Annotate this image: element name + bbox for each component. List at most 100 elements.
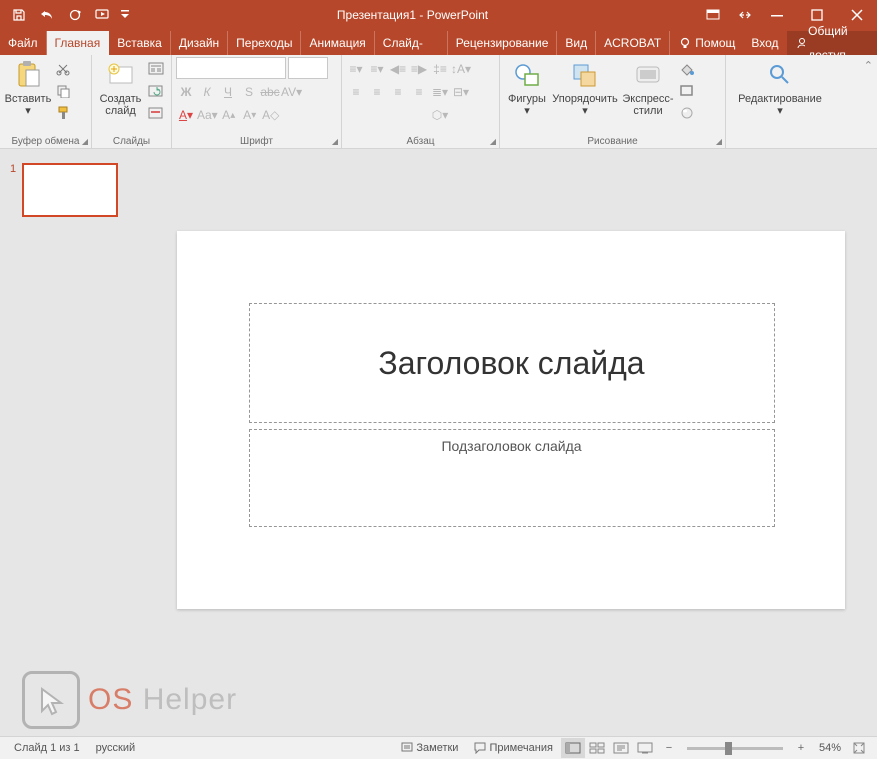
notes-button[interactable]: Заметки [393, 737, 466, 759]
find-icon [764, 59, 796, 91]
align-text-button[interactable]: ⊟▾ [451, 82, 471, 102]
quick-styles-button[interactable]: Экспресс- стили [620, 57, 676, 123]
zoom-in-button[interactable]: + [789, 738, 813, 758]
bullets-button[interactable]: ≡▾ [346, 59, 366, 79]
font-size-input[interactable] [288, 57, 328, 79]
share-button[interactable]: Общий доступ [787, 31, 877, 55]
signin-button[interactable]: Вход [743, 31, 786, 55]
slide-sorter-view-button[interactable] [585, 738, 609, 758]
new-slide-button[interactable]: Создать слайд [96, 57, 145, 123]
paragraph-dialog-launcher[interactable]: ◢ [490, 137, 496, 146]
tab-file[interactable]: Файл [0, 31, 47, 55]
cut-button[interactable] [52, 59, 74, 79]
undo-button[interactable] [34, 2, 60, 28]
quick-styles-icon [632, 59, 664, 91]
tab-slideshow[interactable]: Слайд-шоу [375, 31, 448, 55]
strikethrough-button[interactable]: abc [260, 82, 280, 102]
comments-icon [474, 742, 486, 754]
format-painter-button[interactable] [52, 103, 74, 123]
bold-button[interactable]: Ж [176, 82, 196, 102]
collapse-ribbon-button[interactable]: ⌃ [864, 59, 873, 72]
minimize-button[interactable] [757, 0, 797, 30]
ribbon-display-options-button[interactable] [693, 0, 733, 30]
redo-button[interactable] [62, 2, 88, 28]
convert-smartart-button[interactable]: ⬡▾ [430, 105, 450, 125]
increase-indent-button[interactable]: ≡▶ [409, 59, 429, 79]
comments-button[interactable]: Примечания [466, 737, 561, 759]
save-button[interactable] [6, 2, 32, 28]
tell-me-search[interactable]: Помощ [670, 31, 743, 55]
decrease-indent-button[interactable]: ◀≡ [388, 59, 408, 79]
tab-design[interactable]: Дизайн [171, 31, 228, 55]
tab-view[interactable]: Вид [557, 31, 596, 55]
ribbon-tabs: Файл Главная Вставка Дизайн Переходы Ани… [0, 30, 877, 55]
section-button[interactable] [145, 103, 167, 123]
new-slide-icon [105, 59, 137, 91]
start-from-beginning-button[interactable] [90, 2, 116, 28]
tab-review[interactable]: Рецензирование [448, 31, 558, 55]
align-center-button[interactable]: ≡ [367, 82, 387, 102]
reading-view-button[interactable] [609, 738, 633, 758]
language-button[interactable]: русский [88, 737, 143, 759]
zoom-out-button[interactable]: − [657, 738, 681, 758]
shrink-font-button[interactable]: A▾ [240, 105, 260, 125]
notes-icon [401, 742, 413, 754]
zoom-slider[interactable] [687, 747, 783, 750]
tab-transitions[interactable]: Переходы [228, 31, 301, 55]
normal-view-button[interactable] [561, 738, 585, 758]
character-spacing-button[interactable]: AV▾ [281, 82, 302, 102]
paste-button[interactable]: Вставить▾ [4, 57, 52, 123]
font-color-button[interactable]: A▾ [176, 105, 196, 125]
grow-font-button[interactable]: A▴ [219, 105, 239, 125]
status-bar: Слайд 1 из 1 русский Заметки Примечания … [0, 736, 877, 759]
thumbnail-number: 1 [10, 163, 16, 217]
tab-animations[interactable]: Анимация [301, 31, 374, 55]
tab-insert[interactable]: Вставка [109, 31, 171, 55]
lightbulb-icon [678, 36, 692, 50]
slide-canvas-area[interactable]: Заголовок слайда Подзаголовок слайда [144, 149, 877, 736]
clipboard-dialog-launcher[interactable]: ◢ [82, 137, 88, 146]
text-direction-button[interactable]: ↕A▾ [451, 59, 471, 79]
italic-button[interactable]: К [197, 82, 217, 102]
shape-fill-button[interactable] [676, 59, 698, 79]
editing-button[interactable]: Редактирование▾ [730, 57, 830, 117]
shapes-button[interactable]: Фигуры▾ [504, 57, 550, 123]
align-right-button[interactable]: ≡ [388, 82, 408, 102]
slide[interactable]: Заголовок слайда Подзаголовок слайда [177, 231, 845, 609]
change-case-button[interactable]: Aa▾ [197, 105, 218, 125]
shadow-button[interactable]: S [239, 82, 259, 102]
font-name-input[interactable] [176, 57, 286, 79]
underline-button[interactable]: Ч [218, 82, 238, 102]
columns-button[interactable]: ≣▾ [430, 82, 450, 102]
zoom-slider-thumb[interactable] [725, 742, 732, 755]
subtitle-placeholder[interactable]: Подзаголовок слайда [249, 429, 775, 527]
help-button[interactable] [733, 0, 757, 30]
title-placeholder[interactable]: Заголовок слайда [249, 303, 775, 423]
drawing-dialog-launcher[interactable]: ◢ [716, 137, 722, 146]
justify-button[interactable]: ≡ [409, 82, 429, 102]
slide-layout-button[interactable] [145, 59, 167, 79]
group-paragraph: ≡▾ ≡▾ ◀≡ ≡▶ ‡≡ ↕A▾ ≡ ≡ ≡ ≡ ≣▾ ⊟▾ - - - -… [342, 55, 500, 148]
zoom-level[interactable]: 54% [813, 737, 847, 759]
slide-count[interactable]: Слайд 1 из 1 [6, 737, 88, 759]
reset-slide-button[interactable] [145, 81, 167, 101]
fit-to-window-button[interactable] [847, 738, 871, 758]
reset-icon [148, 84, 164, 98]
tab-home[interactable]: Главная [47, 31, 110, 55]
line-spacing-button[interactable]: ‡≡ [430, 59, 450, 79]
copy-button[interactable] [52, 81, 74, 101]
section-icon [148, 106, 164, 120]
arrange-button[interactable]: Упорядочить▾ [550, 57, 620, 123]
group-clipboard: Вставить▾ Буфер обмена ◢ [0, 55, 92, 148]
qat-customize-button[interactable] [118, 2, 132, 28]
numbering-button[interactable]: ≡▾ [367, 59, 387, 79]
slide-thumbnail-1[interactable] [22, 163, 118, 217]
font-dialog-launcher[interactable]: ◢ [332, 137, 338, 146]
align-left-button[interactable]: ≡ [346, 82, 366, 102]
shape-effects-button[interactable] [676, 103, 698, 123]
clear-formatting-button[interactable]: A◇ [261, 105, 281, 125]
slideshow-view-button[interactable] [633, 738, 657, 758]
shape-outline-button[interactable] [676, 81, 698, 101]
paste-icon [12, 59, 44, 91]
tab-acrobat[interactable]: ACROBAT [596, 31, 670, 55]
